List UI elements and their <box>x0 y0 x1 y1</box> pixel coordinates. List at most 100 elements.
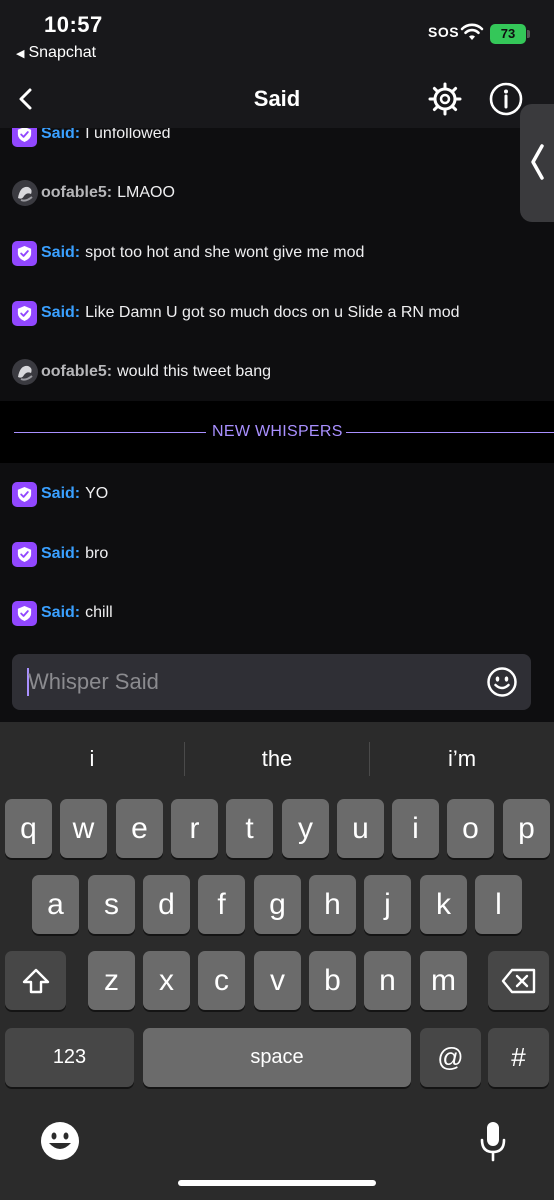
key-c[interactable]: c <box>198 951 245 1010</box>
sender-colon: : <box>74 545 81 562</box>
chat-message: Said: YO <box>12 479 108 509</box>
message-text: bro <box>85 545 109 562</box>
message-text: YO <box>85 485 109 502</box>
numbers-key[interactable]: 123 <box>5 1028 134 1087</box>
microphone-icon[interactable] <box>478 1120 508 1164</box>
sender-colon: : <box>74 244 81 261</box>
keyboard: i the i’m q w e r t y u i o p a s d f g … <box>0 722 554 1200</box>
back-to-app-link[interactable]: ◀ Snapchat <box>16 44 96 62</box>
at-key[interactable]: @ <box>420 1028 481 1087</box>
battery-nub <box>527 30 530 38</box>
sender-colon: : <box>74 128 81 142</box>
divider-label: NEW WHISPERS <box>212 423 343 440</box>
whisper-input[interactable] <box>28 664 468 700</box>
sender-colon: : <box>106 184 113 201</box>
sos-indicator: SOS <box>428 24 460 40</box>
key-h[interactable]: h <box>309 875 356 934</box>
back-triangle-icon: ◀ <box>16 48 25 60</box>
key-e[interactable]: e <box>116 799 163 858</box>
chat-message: Said: chill <box>12 598 113 628</box>
message-sender[interactable]: Said <box>41 545 75 563</box>
shift-key[interactable] <box>5 951 66 1010</box>
chat-message: oofable5: would this tweet bang <box>12 357 271 387</box>
message-sender[interactable]: oofable5 <box>41 184 107 202</box>
key-j[interactable]: j <box>364 875 411 934</box>
key-b[interactable]: b <box>309 951 356 1010</box>
message-text: Like Damn U got so much docs on u Slide … <box>85 304 460 321</box>
divider-line-left <box>14 432 206 433</box>
new-whispers-divider: NEW WHISPERS <box>0 401 554 463</box>
key-x[interactable]: x <box>143 951 190 1010</box>
chat-message: Said: bro <box>12 539 108 569</box>
battery-indicator: 73 <box>490 24 526 44</box>
key-w[interactable]: w <box>60 799 107 858</box>
key-a[interactable]: a <box>32 875 79 934</box>
key-g[interactable]: g <box>254 875 301 934</box>
user-avatar-icon <box>12 180 38 206</box>
key-i[interactable]: i <box>392 799 439 858</box>
chevron-left-icon <box>531 144 544 180</box>
message-sender[interactable]: oofable5 <box>41 363 107 381</box>
sender-colon: : <box>74 485 81 502</box>
verified-badge-icon <box>12 300 37 326</box>
backspace-key[interactable] <box>488 951 549 1010</box>
message-sender[interactable]: Said <box>41 244 75 262</box>
chat-area[interactable]: Said: I unfollowed oofable5: LMAOO Said:… <box>0 128 554 722</box>
key-p[interactable]: p <box>503 799 550 858</box>
message-text: spot too hot and she wont give me mod <box>85 244 365 261</box>
divider-line-right <box>346 432 554 433</box>
info-icon[interactable] <box>488 81 524 117</box>
message-sender[interactable]: Said <box>41 604 75 622</box>
suggestion-1[interactable]: i <box>0 744 184 774</box>
status-bar: 10:57 ◀ Snapchat SOS 73 <box>0 0 554 70</box>
hash-key[interactable]: # <box>488 1028 549 1087</box>
key-l[interactable]: l <box>475 875 522 934</box>
key-v[interactable]: v <box>254 951 301 1010</box>
verified-badge-icon <box>12 481 37 507</box>
chat-header: Said <box>0 70 554 128</box>
key-t[interactable]: t <box>226 799 273 858</box>
space-key[interactable]: space <box>143 1028 411 1087</box>
key-f[interactable]: f <box>198 875 245 934</box>
message-sender[interactable]: Said <box>41 128 75 143</box>
emoji-icon[interactable] <box>486 666 518 698</box>
sender-colon: : <box>74 304 81 321</box>
message-text: I unfollowed <box>85 128 171 142</box>
key-y[interactable]: y <box>282 799 329 858</box>
key-d[interactable]: d <box>143 875 190 934</box>
gear-icon[interactable] <box>427 81 463 117</box>
message-sender[interactable]: Said <box>41 304 75 322</box>
suggestion-2[interactable]: the <box>185 744 369 774</box>
key-z[interactable]: z <box>88 951 135 1010</box>
home-indicator <box>178 1180 376 1186</box>
verified-badge-icon <box>12 600 37 626</box>
wifi-icon <box>460 23 484 40</box>
message-text: chill <box>85 604 113 621</box>
sender-colon: : <box>74 604 81 621</box>
verified-badge-icon <box>12 541 37 567</box>
emoji-keyboard-icon[interactable] <box>40 1121 80 1161</box>
key-o[interactable]: o <box>447 799 494 858</box>
chat-message: oofable5: LMAOO <box>12 178 175 208</box>
shift-icon <box>22 968 49 993</box>
key-q[interactable]: q <box>5 799 52 858</box>
suggestion-3[interactable]: i’m <box>370 744 554 774</box>
chat-message: Said: I unfollowed <box>12 128 171 149</box>
key-s[interactable]: s <box>88 875 135 934</box>
verified-badge-icon <box>12 128 37 147</box>
verified-badge-icon <box>12 240 37 266</box>
page-title: Said <box>253 86 301 111</box>
key-k[interactable]: k <box>420 875 467 934</box>
key-r[interactable]: r <box>171 799 218 858</box>
key-m[interactable]: m <box>420 951 467 1010</box>
sender-colon: : <box>106 363 113 380</box>
drawer-handle[interactable] <box>520 104 554 222</box>
key-n[interactable]: n <box>364 951 411 1010</box>
chat-message: Said: Like Damn U got so much docs on u … <box>12 298 460 328</box>
whisper-input-container <box>12 654 531 710</box>
key-u[interactable]: u <box>337 799 384 858</box>
back-app-label: Snapchat <box>28 44 97 61</box>
message-text: LMAOO <box>117 184 175 201</box>
message-sender[interactable]: Said <box>41 485 75 503</box>
user-avatar-icon <box>12 359 38 385</box>
